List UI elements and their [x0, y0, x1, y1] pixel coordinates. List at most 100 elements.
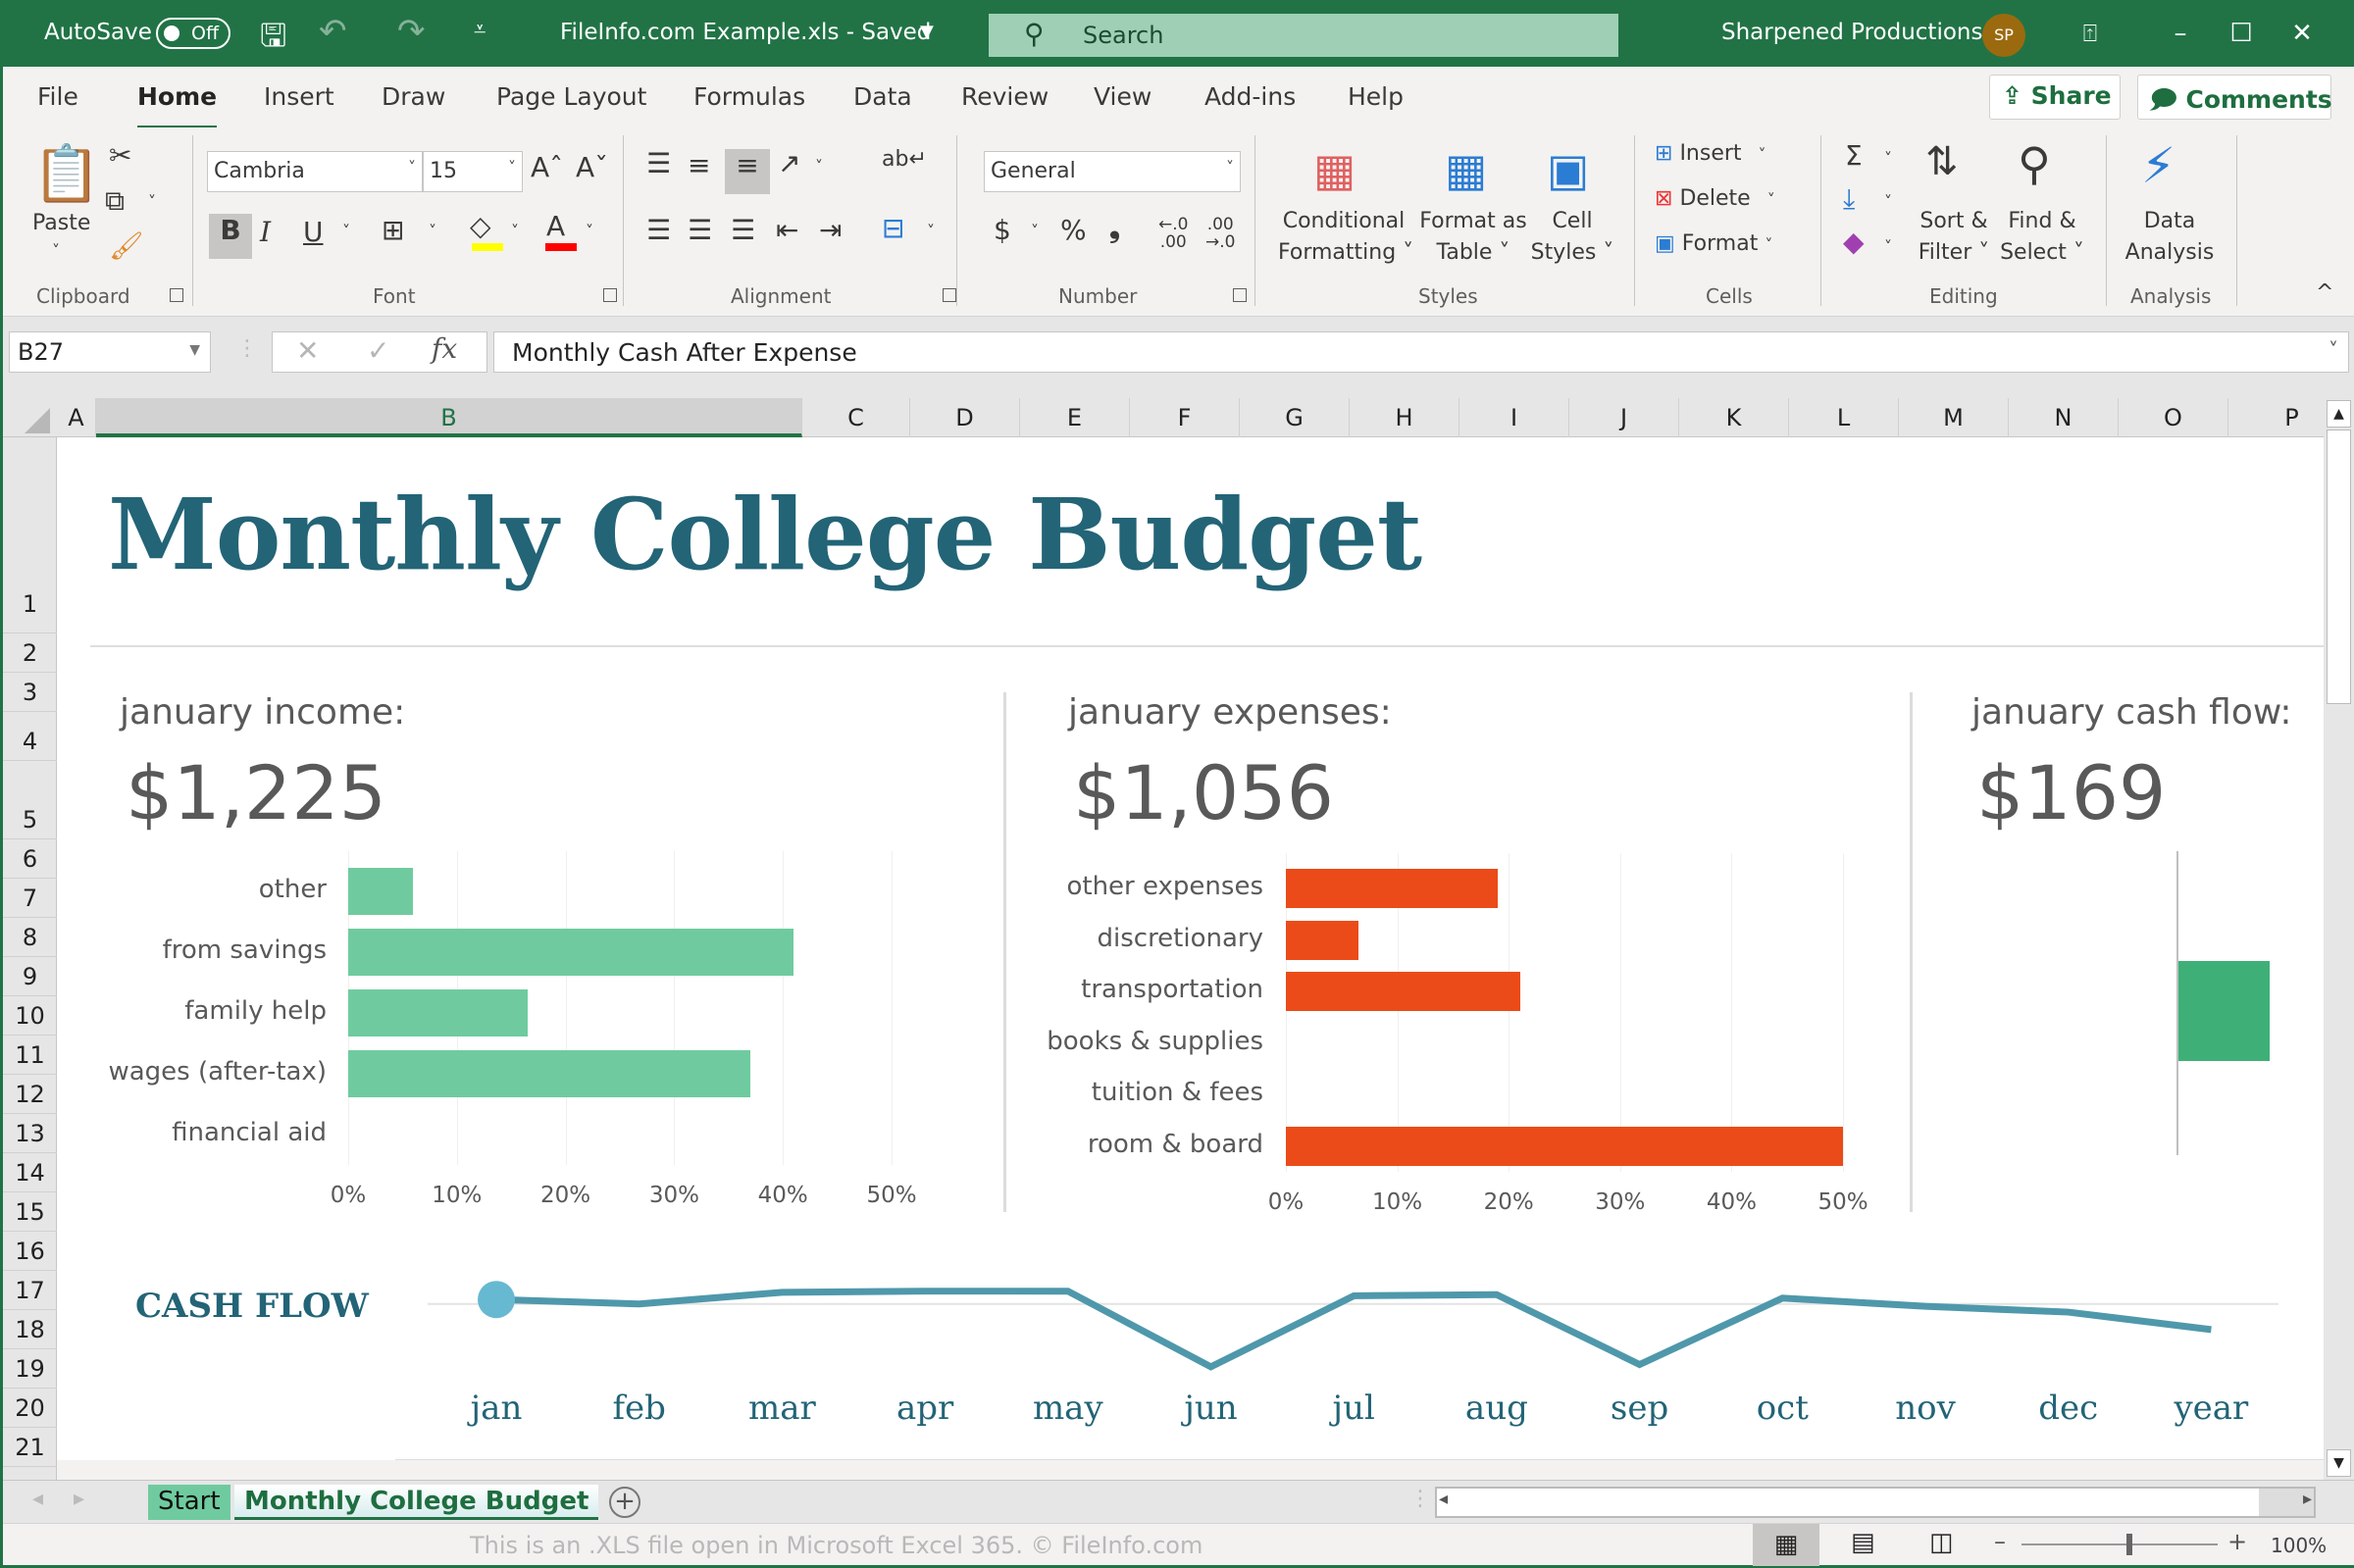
row-header-3[interactable]: 3 — [3, 673, 57, 712]
merge-dropdown-icon[interactable]: ˅ — [927, 222, 935, 240]
fill-icon[interactable]: ⤓ — [1843, 182, 1855, 216]
column-header-j[interactable]: J — [1569, 398, 1679, 437]
borders-dropdown-icon[interactable]: ˅ — [429, 222, 436, 240]
add-sheet-button[interactable]: + — [609, 1487, 640, 1518]
top-align-icon[interactable]: ☰ — [646, 147, 671, 179]
tab-file[interactable]: File — [37, 82, 78, 111]
scroll-right-icon[interactable]: ▸ — [2303, 1489, 2312, 1509]
align-center-icon[interactable]: ☰ — [688, 214, 712, 246]
document-title[interactable]: FileInfo.com Example.xls - Saved — [560, 20, 931, 45]
decrease-decimal-icon[interactable]: .00 →.0 — [1205, 216, 1235, 251]
font-color-icon[interactable]: A — [546, 210, 565, 242]
alignment-launcher-icon[interactable] — [943, 288, 956, 302]
redo-icon[interactable]: ↷ — [397, 12, 426, 51]
ribbon-display-icon[interactable]: ⍐ — [2071, 12, 2110, 55]
row-header-13[interactable]: 13 — [3, 1114, 57, 1153]
maximize-icon[interactable]: ☐ — [2222, 12, 2261, 55]
column-header-g[interactable]: G — [1240, 398, 1350, 437]
number-format-select[interactable]: General ˅ — [984, 151, 1241, 192]
row-header-21[interactable]: 21 — [3, 1428, 57, 1467]
italic-button[interactable]: I — [260, 216, 271, 248]
underline-dropdown-icon[interactable]: ˅ — [342, 222, 350, 240]
currency-button[interactable]: $ — [994, 214, 1011, 246]
tab-help[interactable]: Help — [1348, 82, 1404, 111]
title-dropdown-icon[interactable]: ▼ — [920, 22, 934, 42]
middle-align-icon[interactable]: ≡ — [688, 149, 710, 181]
sheet-tab-start[interactable]: Start — [148, 1485, 230, 1520]
conditional-formatting-icon[interactable]: ▦ — [1313, 143, 1356, 196]
row-header-2[interactable]: 2 — [3, 633, 57, 673]
zoom-out-icon[interactable]: – — [1994, 1528, 2006, 1555]
increase-indent-icon[interactable]: ⇥ — [819, 214, 842, 246]
row-header-9[interactable]: 9 — [3, 957, 57, 996]
underline-button[interactable]: U — [303, 216, 324, 248]
tab-formulas[interactable]: Formulas — [693, 82, 805, 111]
search-box[interactable]: ⚲ Search — [989, 14, 1618, 57]
number-launcher-icon[interactable] — [1233, 288, 1247, 302]
cashflow-point-jan[interactable] — [478, 1281, 515, 1319]
decrease-font-icon[interactable]: Aˇ — [576, 151, 608, 183]
find-select-button[interactable]: Find & Select ˅ — [1996, 206, 2088, 269]
copy-dropdown-icon[interactable]: ˅ — [148, 192, 156, 211]
page-break-view-icon[interactable]: ◫ — [1929, 1528, 1954, 1557]
insert-function-icon[interactable]: fx — [432, 332, 457, 365]
column-header-c[interactable]: C — [802, 398, 910, 437]
format-as-table-button[interactable]: Format as Table ˅ — [1419, 206, 1527, 269]
format-as-table-icon[interactable]: ▦ — [1445, 143, 1487, 196]
next-sheet-icon[interactable]: ▸ — [74, 1487, 84, 1511]
minimize-icon[interactable]: – — [2161, 12, 2200, 55]
paste-dropdown-icon[interactable]: ˅ — [52, 241, 60, 260]
column-header-f[interactable]: F — [1130, 398, 1240, 437]
sheet-tab-monthly-college-budget[interactable]: Monthly College Budget — [234, 1485, 599, 1520]
column-header-n[interactable]: N — [2009, 398, 2119, 437]
zoom-slider[interactable] — [2021, 1534, 2218, 1555]
paste-icon[interactable]: 📋 — [32, 141, 101, 206]
row-header-11[interactable]: 11 — [3, 1036, 57, 1075]
conditional-formatting-button[interactable]: Conditional Formatting ˅ — [1278, 206, 1413, 269]
cancel-icon[interactable]: ✕ — [296, 334, 319, 367]
autosum-dropdown-icon[interactable]: ˅ — [1884, 149, 1892, 168]
fill-color-icon[interactable]: ◇ — [470, 210, 491, 242]
row-header-14[interactable]: 14 — [3, 1153, 57, 1192]
formula-input[interactable]: Monthly Cash After Expense ˅ — [493, 331, 2349, 373]
avatar[interactable]: SP — [1982, 14, 2025, 57]
tab-review[interactable]: Review — [961, 82, 1049, 111]
zoom-level[interactable]: 100% — [2271, 1534, 2327, 1557]
bold-button[interactable]: B — [209, 214, 252, 259]
row-header-19[interactable]: 19 — [3, 1349, 57, 1389]
increase-decimal-icon[interactable]: ←.0.00 — [1158, 216, 1188, 251]
column-header-b[interactable]: B — [96, 398, 802, 437]
borders-icon[interactable]: ⊞ — [382, 214, 404, 246]
insert-cells-button[interactable]: ⊞ Insert ˅ — [1655, 141, 1766, 166]
horizontal-scrollbar[interactable]: ◂ ▸ — [1435, 1487, 2316, 1518]
row-header-10[interactable]: 10 — [3, 996, 57, 1036]
autosum-icon[interactable]: Σ — [1845, 139, 1863, 172]
orientation-icon[interactable]: ↗ — [778, 147, 800, 179]
autosave-toggle[interactable]: Off — [156, 18, 230, 49]
comments-button[interactable]: 🗩 Comments — [2137, 75, 2332, 120]
row-header-16[interactable]: 16 — [3, 1232, 57, 1271]
worksheet[interactable]: Monthly College Budget january income: $… — [57, 437, 2324, 1460]
column-header-m[interactable]: M — [1899, 398, 2009, 437]
zoom-in-icon[interactable]: + — [2227, 1528, 2247, 1555]
row-header-6[interactable]: 6 — [3, 839, 57, 879]
fill-dropdown-icon[interactable]: ˅ — [1884, 192, 1892, 211]
name-box[interactable]: B27 ▼ — [9, 331, 211, 373]
column-header-i[interactable]: I — [1459, 398, 1569, 437]
column-header-a[interactable]: A — [57, 398, 96, 437]
row-header-1[interactable]: 1 — [3, 437, 57, 633]
row-header-18[interactable]: 18 — [3, 1310, 57, 1349]
format-cells-button[interactable]: ▣ Format ˅ — [1655, 231, 1772, 256]
wrap-text-icon[interactable]: ab↵ — [882, 147, 927, 172]
row-header-12[interactable]: 12 — [3, 1075, 57, 1114]
share-button[interactable]: ⇪ Share — [1989, 75, 2121, 120]
row-header-5[interactable]: 5 — [3, 761, 57, 839]
vertical-scroll-thumb[interactable] — [2327, 430, 2351, 704]
clipboard-launcher-icon[interactable] — [170, 288, 183, 302]
orientation-dropdown-icon[interactable]: ˅ — [815, 157, 823, 176]
zoom-slider-thumb[interactable] — [2126, 1534, 2132, 1555]
tab-draw[interactable]: Draw — [382, 82, 445, 111]
copy-icon[interactable]: ⧉ — [105, 184, 125, 218]
row-header-4[interactable]: 4 — [3, 712, 57, 761]
column-header-h[interactable]: H — [1350, 398, 1459, 437]
